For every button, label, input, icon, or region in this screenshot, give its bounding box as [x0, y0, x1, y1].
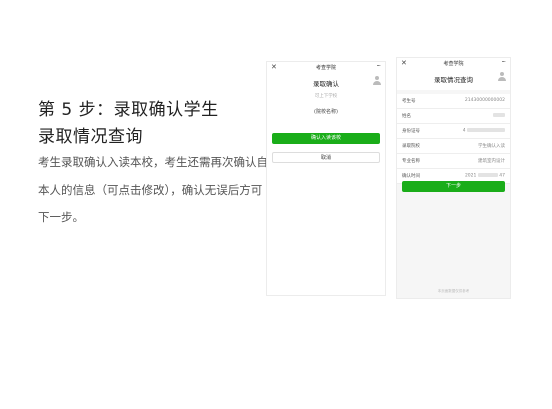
description-line-3: 下一步。 [38, 210, 84, 224]
row-major[interactable]: 专业名称 建筑室内设计 [397, 154, 510, 169]
step-title: 第 5 步：录取确认学生 [38, 100, 219, 120]
row-label: 身份证号 [402, 129, 420, 134]
app-title: 考查学院 [315, 65, 336, 71]
footnote: 本页面数据仅供参考 [437, 289, 470, 293]
row-value: 4 [463, 128, 505, 134]
description-line-2: 本人的信息（可点击修改），确认无误后方可 [38, 183, 263, 197]
more-icon[interactable]: ··· [376, 62, 381, 70]
row-id-number[interactable]: 身份证号 4 [397, 124, 510, 139]
row-label: 录取院校 [402, 144, 420, 149]
row-value: 建筑室内设计 [478, 159, 505, 164]
school-name: (院校名称) [314, 109, 338, 115]
page-title: 录取情况查询 [397, 70, 510, 84]
cancel-button[interactable]: 取消 [272, 152, 380, 163]
row-value [493, 113, 505, 119]
row-value: 21430000000002 [464, 98, 505, 103]
page-header: 录取情况查询 [397, 70, 510, 90]
page-title-text: 录取情况查询 [434, 76, 473, 84]
app-title: 考查学院 [443, 61, 464, 67]
next-step-button[interactable]: 下一步 [402, 181, 505, 192]
row-value: 2021 47 [465, 173, 505, 179]
row-admitted-school[interactable]: 录取院校 学生确认入读 [397, 139, 510, 154]
step-subtitle: 录取情况查询 [38, 127, 143, 147]
user-icon[interactable] [498, 72, 506, 81]
description-line-1: 考生录取确认入读本校，考生还需再次确认自己 [38, 155, 280, 169]
row-label: 确认时间 [402, 174, 420, 179]
phone-screen-admission-confirm: ✕ 考查学院 ··· 录取确认 可上下学校 (院校名称) 确认入读该校 取消 [266, 61, 386, 296]
phone-screen-admission-query: ✕ 考查学院 ··· 录取情况查询 考生号 21430000000002 姓名 … [396, 57, 511, 299]
row-value: 学生确认入读 [478, 144, 505, 149]
time-prefix: 2021 [464, 173, 477, 179]
more-icon[interactable]: ··· [501, 58, 506, 66]
subtitle: 可上下学校 [314, 94, 338, 99]
row-label: 考生号 [402, 99, 416, 104]
row-label: 专业名称 [402, 159, 420, 164]
app-header: ✕ 考查学院 ··· [397, 58, 510, 70]
app-header: ✕ 考查学院 ··· [267, 62, 385, 74]
row-name[interactable]: 姓名 [397, 109, 510, 124]
id-prefix: 4 [462, 128, 466, 134]
info-list: 考生号 21430000000002 姓名 身份证号 4 录取院校 学生确认入读… [397, 94, 510, 184]
row-exam-number[interactable]: 考生号 21430000000002 [397, 94, 510, 109]
page-title-text: 录取确认 [313, 80, 339, 88]
row-label: 姓名 [402, 114, 411, 119]
page-title: 录取确认 [267, 76, 385, 88]
time-suffix: 47 [499, 173, 505, 179]
user-icon[interactable] [373, 76, 381, 85]
confirm-enroll-button[interactable]: 确认入读该校 [272, 133, 380, 144]
